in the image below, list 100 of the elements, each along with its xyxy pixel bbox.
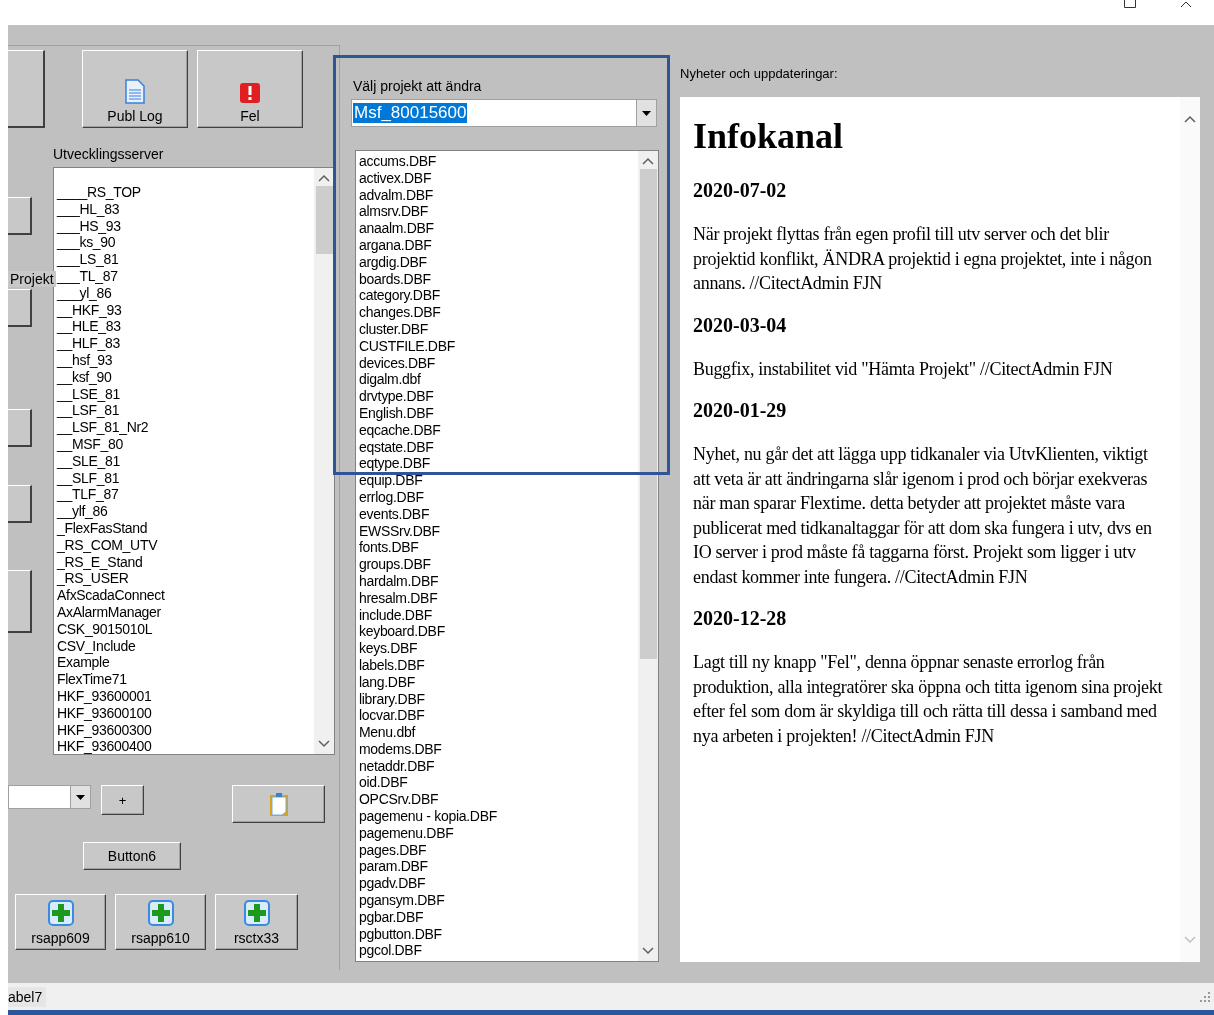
app-button[interactable]: rsapp610 [115,894,206,950]
list-item[interactable]: keys.DBF [359,640,418,657]
scroll-down-icon[interactable] [318,740,330,748]
app-button[interactable]: rsapp609 [15,894,106,950]
list-item[interactable]: CSK_9015010L [57,620,153,638]
list-item[interactable]: events.DBF [359,505,430,523]
list-item[interactable]: FlexTime71 [57,671,127,688]
list-item[interactable]: hresalm.DBF [359,589,438,607]
list-item[interactable]: ___ks_90 [57,234,116,252]
list-item[interactable]: Example [57,654,110,672]
list-item[interactable]: __MSF_80 [57,435,124,453]
list-item[interactable]: library.DBF [359,690,425,708]
project-combo[interactable]: Msf_80015600 [351,99,657,127]
list-item[interactable]: English.DBF [359,404,434,422]
list-item[interactable]: eqcache.DBF [359,421,441,439]
error-button[interactable]: Fel [197,50,303,128]
list-item[interactable]: pagemenu - kopia.DBF [359,808,497,825]
list-item[interactable]: groups.DBF [359,556,431,573]
side-button[interactable] [8,485,32,523]
list-item[interactable]: ____RS_TOP [57,184,141,201]
list-item[interactable]: ___HS_93 [57,217,121,235]
list-item[interactable]: __HLF_83 [57,335,120,352]
list-item[interactable]: modems.DBF [359,740,442,758]
list-item[interactable]: advalm.DBF [359,186,434,204]
list-item[interactable]: fonts.DBF [359,539,419,557]
resize-grip-icon[interactable] [1200,991,1210,1002]
list-item[interactable]: activex.DBF [359,169,432,187]
scroll-down-icon[interactable] [642,947,654,955]
list-item[interactable]: oid.DBF [359,774,408,792]
scroll-up-icon[interactable] [642,157,654,165]
list-item[interactable]: boards.DBF [359,270,431,288]
scrollbar[interactable] [314,168,334,754]
list-item[interactable]: argana.DBF [359,237,432,254]
list-item[interactable]: category.DBF [359,287,440,305]
list-item[interactable]: anaalm.DBF [359,220,434,237]
list-item[interactable]: HKF_93600100 [57,704,152,722]
list-item[interactable]: HKF_93600300 [57,721,152,739]
list-item[interactable]: keyboard.DBF [359,623,445,641]
list-item[interactable]: changes.DBF [359,304,441,321]
list-item[interactable]: CUSTFILE.DBF [359,337,455,355]
list-item[interactable]: OPCSrv.DBF [359,791,439,809]
list-item[interactable]: __hsf_93 [57,351,113,369]
side-button[interactable] [8,50,45,128]
list-item[interactable]: labels.DBF [359,656,425,674]
list-item[interactable]: HKF_93600001 [57,687,152,705]
list-item[interactable]: param.DBF [359,858,428,876]
list-item[interactable]: __LSF_81_Nr2 [57,419,149,436]
list-item[interactable]: ___TL_87 [57,268,118,285]
list-item[interactable]: AfxScadaConnect [57,587,165,604]
list-item[interactable]: pgbar.DBF [359,908,424,926]
list-item[interactable]: ___HL_83 [57,200,120,218]
list-item[interactable]: pgadv.DBF [359,875,426,893]
scroll-up-icon[interactable] [318,174,330,182]
list-item[interactable]: devices.DBF [359,354,436,372]
close-icon[interactable] [1180,0,1192,8]
app-button[interactable]: rsctx33 [215,894,298,950]
publ-log-button[interactable]: Publ Log [82,50,188,128]
scroll-up-icon[interactable] [1184,115,1196,123]
paste-button[interactable] [232,785,325,823]
maximize-icon[interactable] [1124,0,1136,8]
list-item[interactable]: pgansym.DBF [359,892,445,909]
list-item[interactable]: netaddr.DBF [359,757,435,775]
list-item[interactable]: lang.DBF [359,673,415,691]
list-item[interactable]: errlog.DBF [359,488,424,506]
list-item[interactable]: eqtype.DBF [359,455,430,473]
scrollbar[interactable] [1180,97,1200,962]
scrollbar[interactable] [638,151,658,961]
side-button[interactable] [8,289,32,327]
list-item[interactable]: pages.DBF [359,841,427,859]
button6[interactable]: Button6 [83,842,181,870]
list-item[interactable]: __SLF_81 [57,469,120,487]
list-item[interactable]: include.DBF [359,606,432,624]
list-item[interactable]: _RS_E_Stand [57,553,143,571]
scroll-thumb[interactable] [315,186,333,254]
list-item[interactable]: almsrv.DBF [359,203,429,221]
list-item[interactable]: cluster.DBF [359,320,429,338]
list-item[interactable]: _RS_COM_UTV [57,536,158,554]
list-item[interactable]: pagemenu.DBF [359,824,454,842]
list-item[interactable]: CSV_Include [57,637,136,655]
list-item[interactable]: __TLF_87 [57,486,119,504]
list-item[interactable]: drvtype.DBF [359,388,434,405]
list-item[interactable]: __SLE_81 [57,452,120,470]
list-item[interactable]: eqstate.DBF [359,438,434,456]
side-button[interactable] [8,409,32,447]
list-item[interactable]: AxAlarmManager [57,603,161,621]
list-item[interactable]: accums.DBF [359,153,437,170]
list-item[interactable]: __LSF_81 [57,402,120,420]
list-item[interactable]: HKF_93600400 [57,738,152,754]
side-button[interactable] [8,570,32,633]
list-item[interactable]: Menu.dbf [359,724,415,741]
list-item[interactable]: __ksf_90 [57,368,112,386]
list-item[interactable]: ___LS_81 [57,251,119,268]
list-item[interactable]: equip.DBF [359,472,423,489]
list-item[interactable]: __HLE_83 [57,318,121,336]
scroll-thumb[interactable] [639,169,657,659]
list-item[interactable]: digalm.dbf [359,371,421,389]
list-item[interactable]: locvar.DBF [359,707,425,725]
list-item[interactable]: _RS_USER [57,570,129,588]
list-item[interactable]: __HKF_93 [57,301,122,319]
list-item[interactable]: hardalm.DBF [359,572,439,590]
